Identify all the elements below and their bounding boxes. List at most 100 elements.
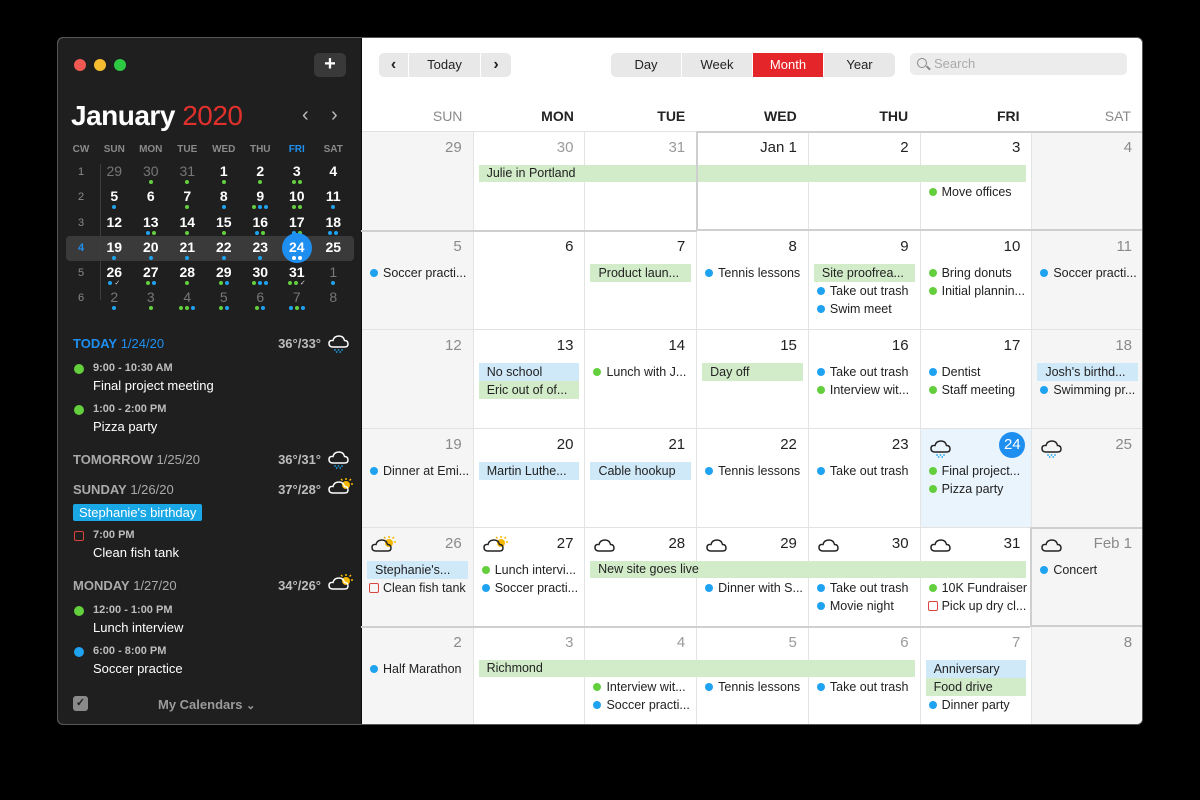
zoom-window-button[interactable] bbox=[114, 59, 126, 71]
day-cell[interactable]: 14 Lunch with J... bbox=[585, 330, 698, 428]
day-cell[interactable]: 2 Half Marathon bbox=[362, 627, 474, 724]
event-item[interactable]: Move offices bbox=[921, 183, 1032, 201]
event-item[interactable]: Tennis lessons bbox=[697, 678, 808, 696]
mini-day[interactable]: 3 bbox=[133, 286, 170, 311]
mini-day[interactable]: 2 bbox=[242, 160, 279, 185]
prev-month-button[interactable]: ‹ bbox=[379, 53, 409, 77]
event-item[interactable]: Dinner with S... bbox=[697, 579, 808, 597]
mini-next-month-button[interactable]: › bbox=[331, 104, 338, 127]
task-checkbox[interactable] bbox=[927, 601, 938, 611]
mini-day[interactable]: 2 bbox=[96, 286, 133, 311]
mini-day[interactable]: 6 bbox=[242, 286, 279, 311]
day-cell[interactable]: 16 Take out trash Interview wit... bbox=[809, 330, 921, 428]
mini-day[interactable]: 12 bbox=[96, 211, 133, 236]
today-button[interactable]: Today bbox=[409, 53, 481, 77]
all-day-event[interactable]: No school bbox=[478, 363, 580, 381]
agenda-event[interactable]: 12:00 - 1:00 PM Lunch interview bbox=[73, 602, 353, 637]
mini-day[interactable]: 18 bbox=[315, 211, 352, 236]
day-cell[interactable]: 4 bbox=[1032, 132, 1142, 230]
mini-day[interactable]: 7 bbox=[279, 286, 316, 311]
mini-day[interactable]: 4 bbox=[169, 286, 206, 311]
event-item[interactable]: Final project... bbox=[921, 462, 1032, 480]
day-cell[interactable]: 26 Stephanie's... Clean fish tank bbox=[362, 528, 474, 626]
mini-day[interactable]: 17 bbox=[279, 211, 316, 236]
all-day-event[interactable]: Stephanie's... bbox=[367, 561, 468, 579]
calendars-checkbox[interactable]: ✓ bbox=[73, 696, 88, 711]
close-window-button[interactable] bbox=[74, 59, 86, 71]
mini-day[interactable]: 22 bbox=[206, 236, 243, 261]
mini-day[interactable]: 19 bbox=[96, 236, 133, 261]
event-item[interactable]: Interview wit... bbox=[809, 381, 920, 399]
day-cell[interactable]: 6 bbox=[474, 231, 586, 329]
mini-day[interactable]: 7 bbox=[169, 185, 206, 210]
mini-day[interactable]: 13 bbox=[133, 211, 170, 236]
event-item[interactable]: Soccer practi... bbox=[1032, 264, 1142, 282]
event-item[interactable]: Dinner at Emi... bbox=[362, 462, 473, 480]
mini-day[interactable]: 30 bbox=[242, 261, 279, 286]
event-item[interactable]: Pizza party bbox=[921, 480, 1032, 498]
day-cell[interactable]: 24 Final project... Pizza party bbox=[920, 429, 1033, 527]
day-cell[interactable]: 5 Soccer practi... bbox=[362, 231, 474, 329]
agenda-event[interactable]: 1:00 - 2:00 PM Pizza party bbox=[73, 401, 353, 436]
event-item[interactable]: Half Marathon bbox=[362, 660, 473, 678]
event-item[interactable]: Take out trash bbox=[809, 282, 920, 300]
event-item[interactable]: Tennis lessons bbox=[697, 462, 808, 480]
all-day-event[interactable]: Stephanie's birthday bbox=[73, 504, 203, 521]
event-item[interactable]: Soccer practi... bbox=[362, 264, 473, 282]
mini-day[interactable]: 11 bbox=[315, 185, 352, 210]
mini-day[interactable]: 16 bbox=[242, 211, 279, 236]
all-day-event[interactable]: Anniversary bbox=[925, 660, 1027, 678]
day-cell[interactable]: 22 Tennis lessons bbox=[697, 429, 809, 527]
add-event-button[interactable]: + bbox=[314, 53, 346, 77]
event-item[interactable]: Lunch intervi... bbox=[474, 561, 585, 579]
day-cell[interactable]: 19 Dinner at Emi... bbox=[362, 429, 474, 527]
day-cell[interactable]: 17 Dentist Staff meeting bbox=[921, 330, 1033, 428]
search-input[interactable]: Search bbox=[910, 53, 1127, 75]
event-item[interactable]: Soccer practi... bbox=[585, 696, 696, 714]
event-item[interactable]: Initial plannin... bbox=[921, 282, 1032, 300]
mini-day[interactable]: 28 bbox=[169, 261, 206, 286]
day-cell[interactable]: Feb 1 Concert bbox=[1032, 528, 1142, 626]
day-cell[interactable]: 25 bbox=[1032, 429, 1142, 527]
event-item[interactable]: Bring donuts bbox=[921, 264, 1032, 282]
mini-day[interactable]: 24 bbox=[279, 232, 316, 263]
task-item[interactable]: Pick up dry cl... bbox=[921, 597, 1032, 615]
agenda-event[interactable]: 6:00 - 8:00 PM Soccer practice bbox=[73, 643, 353, 678]
all-day-event[interactable]: Josh's birthd... bbox=[1037, 363, 1139, 381]
day-cell[interactable]: 18 Josh's birthd... Swimming pr... bbox=[1032, 330, 1142, 428]
day-cell[interactable]: 23 Take out trash bbox=[809, 429, 921, 527]
all-day-event[interactable]: Site proofrea... bbox=[813, 264, 915, 282]
next-month-button[interactable]: › bbox=[481, 53, 511, 77]
mini-day[interactable]: 1 bbox=[315, 261, 352, 286]
all-day-event[interactable]: Eric out of of... bbox=[478, 381, 580, 399]
event-item[interactable]: Tennis lessons bbox=[697, 264, 808, 282]
event-item[interactable]: Lunch with J... bbox=[585, 363, 696, 381]
day-cell[interactable]: 11 Soccer practi... bbox=[1032, 231, 1142, 329]
mini-day[interactable]: 25 bbox=[315, 236, 352, 261]
agenda-event[interactable]: 9:00 - 10:30 AM Final project meeting bbox=[73, 360, 353, 395]
mini-day[interactable]: 6 bbox=[133, 185, 170, 210]
mini-day[interactable]: 15 bbox=[206, 211, 243, 236]
mini-day[interactable]: 10 bbox=[279, 185, 316, 210]
mini-day[interactable]: 30 bbox=[133, 160, 170, 185]
multi-day-event[interactable]: Richmond bbox=[478, 660, 915, 677]
multi-day-event[interactable]: Julie in Portland bbox=[478, 165, 1027, 182]
event-item[interactable]: Movie night bbox=[809, 597, 920, 615]
my-calendars-dropdown[interactable]: My Calendars ⌄ bbox=[158, 697, 255, 712]
view-week-tab[interactable]: Week bbox=[682, 53, 753, 77]
all-day-event[interactable]: Day off bbox=[702, 363, 803, 381]
task-checkbox[interactable] bbox=[74, 531, 84, 541]
mini-day[interactable]: 4 bbox=[315, 160, 352, 185]
mini-day[interactable]: 3 bbox=[279, 160, 316, 185]
mini-day[interactable]: 5 bbox=[206, 286, 243, 311]
mini-day[interactable]: 5 bbox=[96, 185, 133, 210]
day-cell[interactable]: 7 Product laun... bbox=[585, 231, 698, 329]
event-item[interactable]: Dentist bbox=[921, 363, 1032, 381]
event-item[interactable]: Swim meet bbox=[809, 300, 920, 318]
day-cell[interactable]: 21 Cable hookup bbox=[585, 429, 698, 527]
event-item[interactable]: Take out trash bbox=[809, 579, 920, 597]
day-cell[interactable]: 9 Site proofrea... Take out trash Swim meet bbox=[809, 231, 921, 329]
mini-day[interactable]: 31 ✓ bbox=[279, 261, 316, 287]
day-cell[interactable]: 8 bbox=[1032, 627, 1142, 724]
view-year-tab[interactable]: Year bbox=[824, 53, 895, 77]
